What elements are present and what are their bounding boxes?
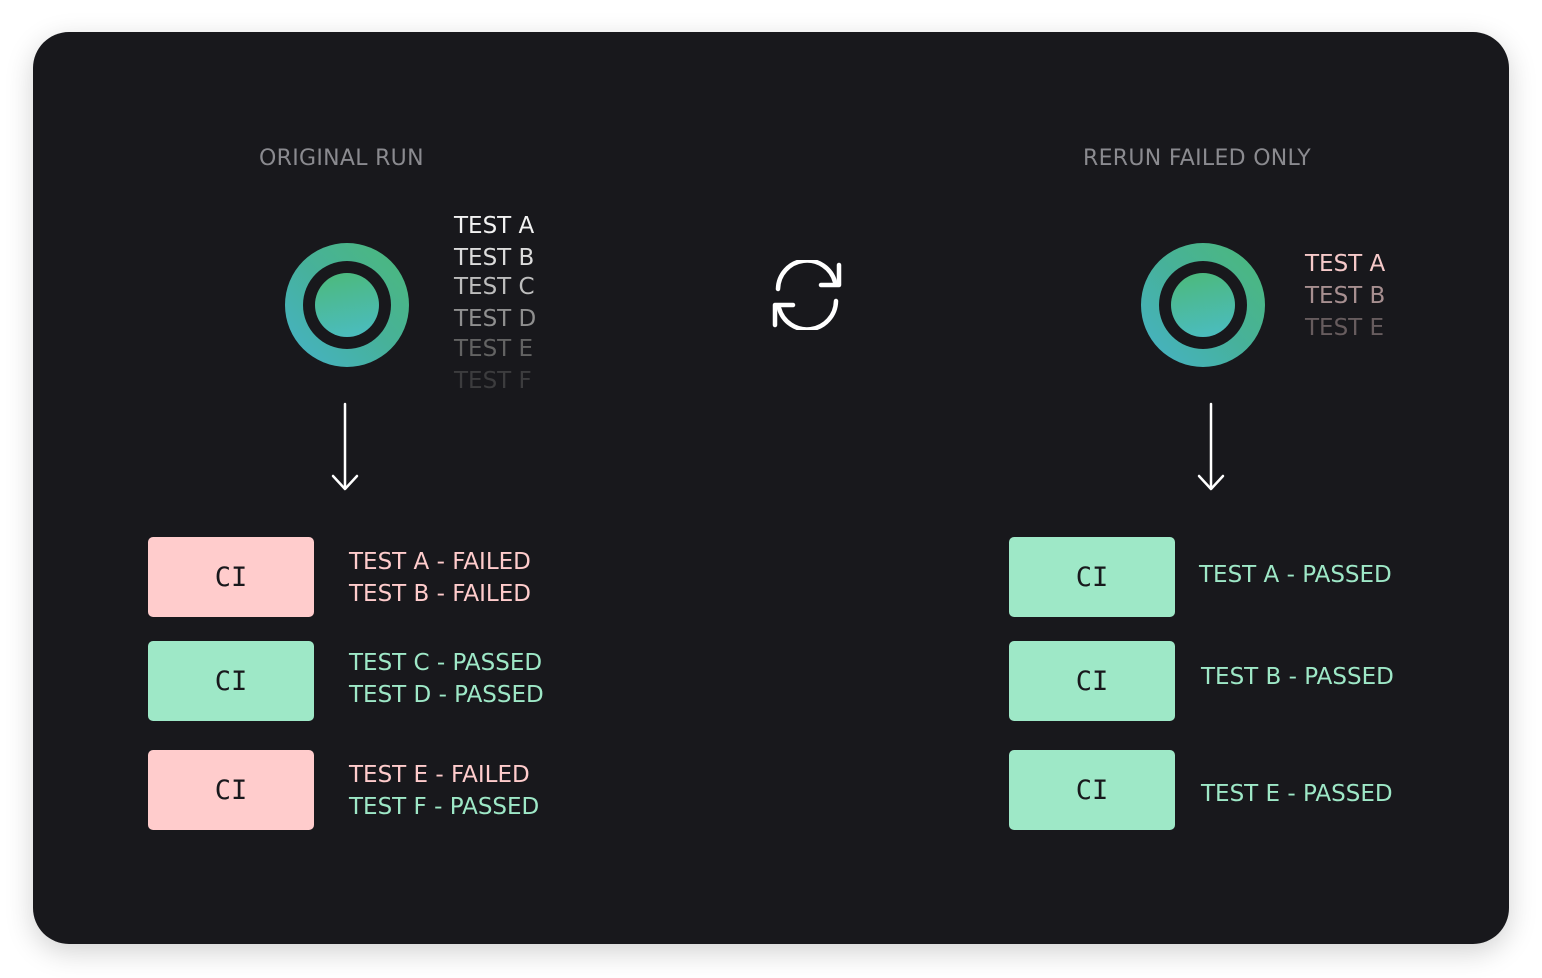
original-queue-item: TEST F: [454, 368, 532, 394]
rerun-arrow-down-icon: [1197, 402, 1225, 491]
rerun-queue-item: TEST E: [1305, 315, 1385, 341]
rerun-result-line: TEST A - PASSED: [1199, 562, 1392, 588]
original-run-title: ORIGINAL RUN: [259, 146, 424, 171]
original-result-line: TEST A - FAILED: [349, 549, 531, 575]
rerun-ci-box: CI: [1009, 641, 1175, 721]
rerun-ci-box: CI: [1009, 750, 1175, 830]
original-result-line: TEST E - FAILED: [349, 762, 530, 788]
rerun-ring-icon: [1141, 243, 1265, 367]
rerun-result-line: TEST E - PASSED: [1201, 781, 1393, 807]
original-ci-box: CI: [148, 537, 314, 617]
original-result-line: TEST C - PASSED: [349, 650, 543, 676]
original-arrow-down-icon: [331, 402, 359, 491]
original-queue-item: TEST E: [454, 336, 534, 362]
original-result-line: TEST D - PASSED: [349, 682, 544, 708]
rerun-queue-item: TEST A: [1305, 251, 1386, 277]
original-result-line: TEST F - PASSED: [349, 794, 540, 820]
original-result-line: TEST B - FAILED: [349, 581, 531, 607]
original-queue-item: TEST C: [454, 274, 535, 300]
original-ci-box: CI: [148, 750, 314, 830]
original-queue-item: TEST A: [454, 213, 535, 239]
refresh-icon: [772, 260, 842, 330]
original-ring-icon: [285, 243, 409, 367]
original-ci-box: CI: [148, 641, 314, 721]
rerun-ci-box: CI: [1009, 537, 1175, 617]
rerun-queue-item: TEST B: [1305, 283, 1386, 309]
rerun-result-line: TEST B - PASSED: [1201, 664, 1394, 690]
rerun-title: RERUN FAILED ONLY: [1083, 146, 1311, 171]
original-queue-item: TEST D: [454, 306, 537, 332]
original-queue-item: TEST B: [454, 245, 535, 271]
diagram-card: ORIGINAL RUN TEST A TEST B TEST C TEST D…: [33, 32, 1509, 944]
